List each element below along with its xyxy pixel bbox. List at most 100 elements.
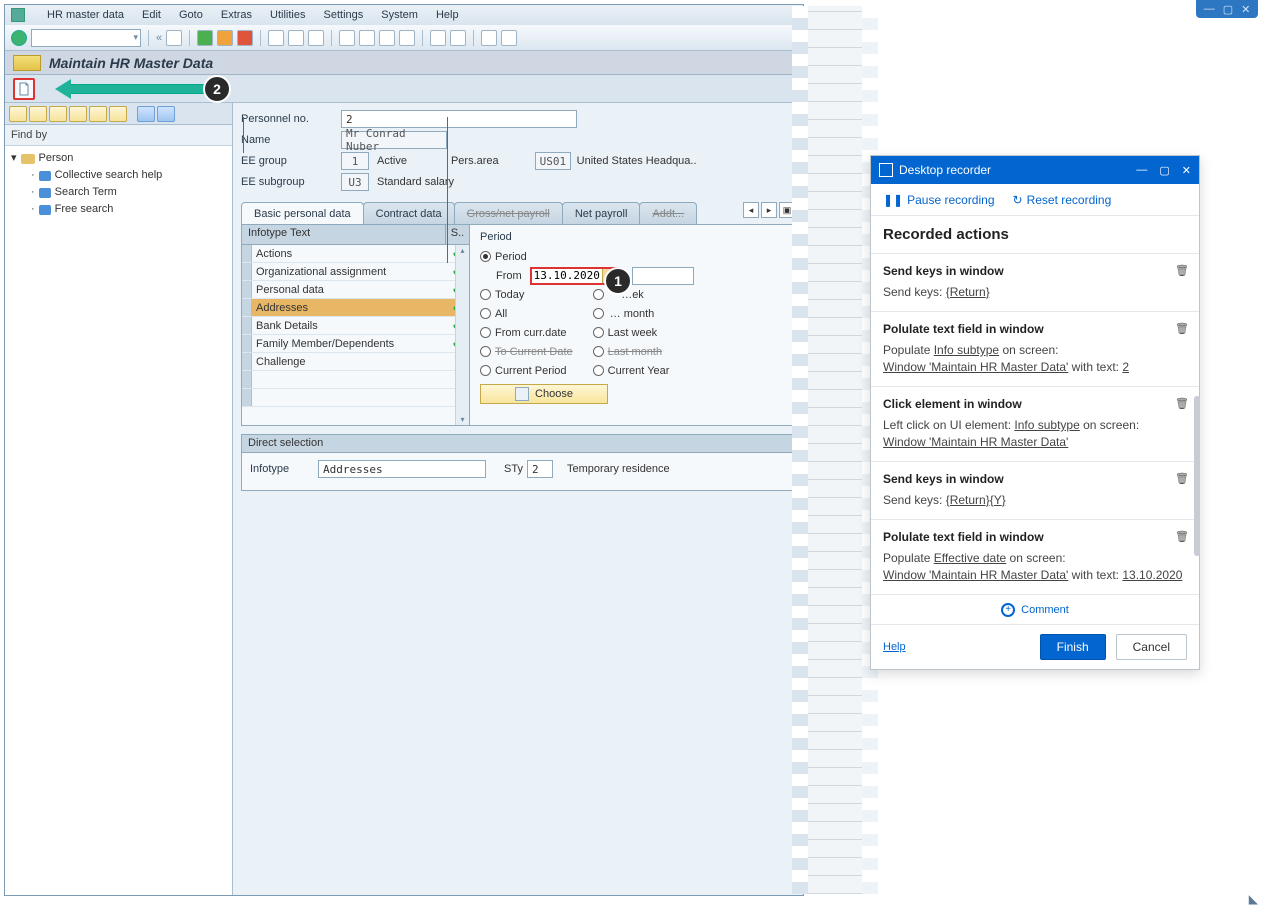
delete-icon[interactable]: 🗑 — [1175, 322, 1189, 335]
infotype-input[interactable]: Addresses — [318, 460, 486, 478]
infotype-row[interactable]: Bank Details✔ — [242, 317, 469, 335]
menu-item[interactable]: Help — [436, 9, 459, 21]
menu-item[interactable]: Utilities — [270, 9, 305, 21]
menu-item[interactable]: Goto — [179, 9, 203, 21]
reset-recording-button[interactable]: ↻Reset recording — [1013, 193, 1112, 207]
find-icon[interactable] — [288, 30, 304, 46]
finish-button[interactable]: Finish — [1040, 634, 1106, 660]
delete-icon[interactable]: 🗑 — [1175, 530, 1189, 543]
tree-item[interactable]: Collective search help — [55, 167, 163, 184]
nav-btn[interactable] — [137, 106, 155, 122]
print-icon[interactable] — [268, 30, 284, 46]
nav-back-icon[interactable] — [197, 30, 213, 46]
nav-exit-icon[interactable] — [217, 30, 233, 46]
minimize-icon[interactable]: — — [1136, 164, 1147, 177]
tree-item[interactable]: Free search — [55, 201, 114, 218]
tab-contract[interactable]: Contract data — [363, 202, 455, 224]
person-icon — [21, 154, 35, 164]
menu-item[interactable]: Edit — [142, 9, 161, 21]
personnel-no-input[interactable]: 2 — [341, 110, 577, 128]
recorded-action[interactable]: 🗑Send keys in windowSend keys: {Return} — [871, 254, 1199, 312]
menu-item[interactable]: Extras — [221, 9, 252, 21]
radio-period[interactable] — [480, 251, 491, 262]
radio-last-month[interactable] — [593, 346, 604, 357]
save-icon[interactable] — [166, 30, 182, 46]
tab-gross-net[interactable]: Gross/net payroll — [454, 202, 563, 224]
infotype-row[interactable]: Organizational assignment✔ — [242, 263, 469, 281]
last-page-icon[interactable] — [399, 30, 415, 46]
tab-net[interactable]: Net payroll — [562, 202, 641, 224]
tree-item[interactable]: Search Term — [55, 184, 117, 201]
recorded-action[interactable]: 🗑Send keys in windowSend keys: {Return}{… — [871, 462, 1199, 520]
layout-icon[interactable] — [501, 30, 517, 46]
tree-root[interactable]: Person — [39, 150, 74, 167]
recorded-action[interactable]: 🗑Polulate text field in windowPopulate I… — [871, 312, 1199, 387]
object-tree[interactable]: ▾Person ·Collective search help ·Search … — [5, 146, 232, 222]
choose-button[interactable]: Choose — [480, 384, 608, 404]
nav-btn[interactable] — [157, 106, 175, 122]
pause-recording-button[interactable]: ❚❚Pause recording — [883, 193, 995, 207]
infotype-row[interactable]: Challenge — [242, 353, 469, 371]
recorded-action[interactable]: 🗑Polulate text field in windowPopulate E… — [871, 520, 1199, 595]
radio-cur-week[interactable] — [593, 289, 604, 300]
menu-item[interactable]: HR master data — [47, 9, 124, 21]
nav-btn[interactable] — [49, 106, 67, 122]
radio-last-week[interactable] — [593, 327, 604, 338]
nav-btn[interactable] — [89, 106, 107, 122]
first-page-icon[interactable] — [339, 30, 355, 46]
menu-item[interactable]: System — [381, 9, 418, 21]
nav-btn[interactable] — [109, 106, 127, 122]
back-icon[interactable]: « — [156, 32, 162, 44]
delete-icon[interactable]: 🗑 — [1175, 397, 1189, 410]
ok-icon[interactable] — [11, 30, 27, 46]
radio-to-curr[interactable] — [480, 346, 491, 357]
add-comment-button[interactable]: +Comment — [871, 595, 1199, 625]
help-link[interactable]: Help — [883, 641, 906, 653]
menu-item[interactable]: Settings — [324, 9, 364, 21]
find-next-icon[interactable] — [308, 30, 324, 46]
binoculars-icon — [39, 171, 51, 181]
to-date-input[interactable] — [632, 267, 694, 285]
scrollbar[interactable]: ▴▾ — [455, 245, 469, 425]
nav-cancel-icon[interactable] — [237, 30, 253, 46]
resize-grip-icon[interactable]: ◣ — [1249, 892, 1258, 906]
recorder-titlebar[interactable]: Desktop recorder — ▢ ✕ — [871, 156, 1199, 184]
tab-basic[interactable]: Basic personal data — [241, 202, 364, 224]
next-page-icon[interactable] — [379, 30, 395, 46]
radio-cur-period[interactable] — [480, 365, 491, 376]
close-icon[interactable]: ✕ — [1182, 164, 1191, 177]
infotype-list[interactable]: Infotype TextS.. Actions✔Organizational … — [242, 225, 470, 425]
radio-all[interactable] — [480, 308, 491, 319]
cancel-button[interactable]: Cancel — [1116, 634, 1187, 660]
radio-cur-year[interactable] — [593, 365, 604, 376]
help-icon[interactable] — [481, 30, 497, 46]
command-field[interactable] — [31, 29, 141, 47]
recorded-action[interactable]: 🗑Click element in windowLeft click on UI… — [871, 387, 1199, 462]
tab-nav[interactable]: ◂▸▣ — [743, 202, 795, 218]
infotype-row[interactable]: Family Member/Dependents✔ — [242, 335, 469, 353]
radio-cur-month[interactable] — [593, 308, 604, 319]
app-toolbar: 2 — [5, 75, 803, 103]
nav-btn[interactable] — [69, 106, 87, 122]
name-field: Mr Conrad Nuber — [341, 131, 447, 149]
nav-btn[interactable] — [9, 106, 27, 122]
pers-area-code: US01 — [535, 152, 571, 170]
nav-btn[interactable] — [29, 106, 47, 122]
delete-icon[interactable]: 🗑 — [1175, 472, 1189, 485]
os-window-buttons[interactable]: —▢✕ — [1196, 0, 1258, 18]
create-button[interactable] — [13, 78, 35, 100]
sty-input[interactable]: 2 — [527, 460, 553, 478]
label: Personnel no. — [241, 113, 341, 125]
tab-addt[interactable]: Addt... — [639, 202, 697, 224]
infotype-row[interactable]: Actions✔ — [242, 245, 469, 263]
maximize-icon[interactable]: ▢ — [1159, 164, 1169, 177]
new-session-icon[interactable] — [430, 30, 446, 46]
infotype-row[interactable]: Addresses✔ — [242, 299, 469, 317]
scrollbar[interactable] — [1194, 396, 1200, 556]
delete-icon[interactable]: 🗑 — [1175, 264, 1189, 277]
infotype-row[interactable]: Personal data✔ — [242, 281, 469, 299]
radio-from-curr[interactable] — [480, 327, 491, 338]
prev-page-icon[interactable] — [359, 30, 375, 46]
shortcut-icon[interactable] — [450, 30, 466, 46]
radio-today[interactable] — [480, 289, 491, 300]
